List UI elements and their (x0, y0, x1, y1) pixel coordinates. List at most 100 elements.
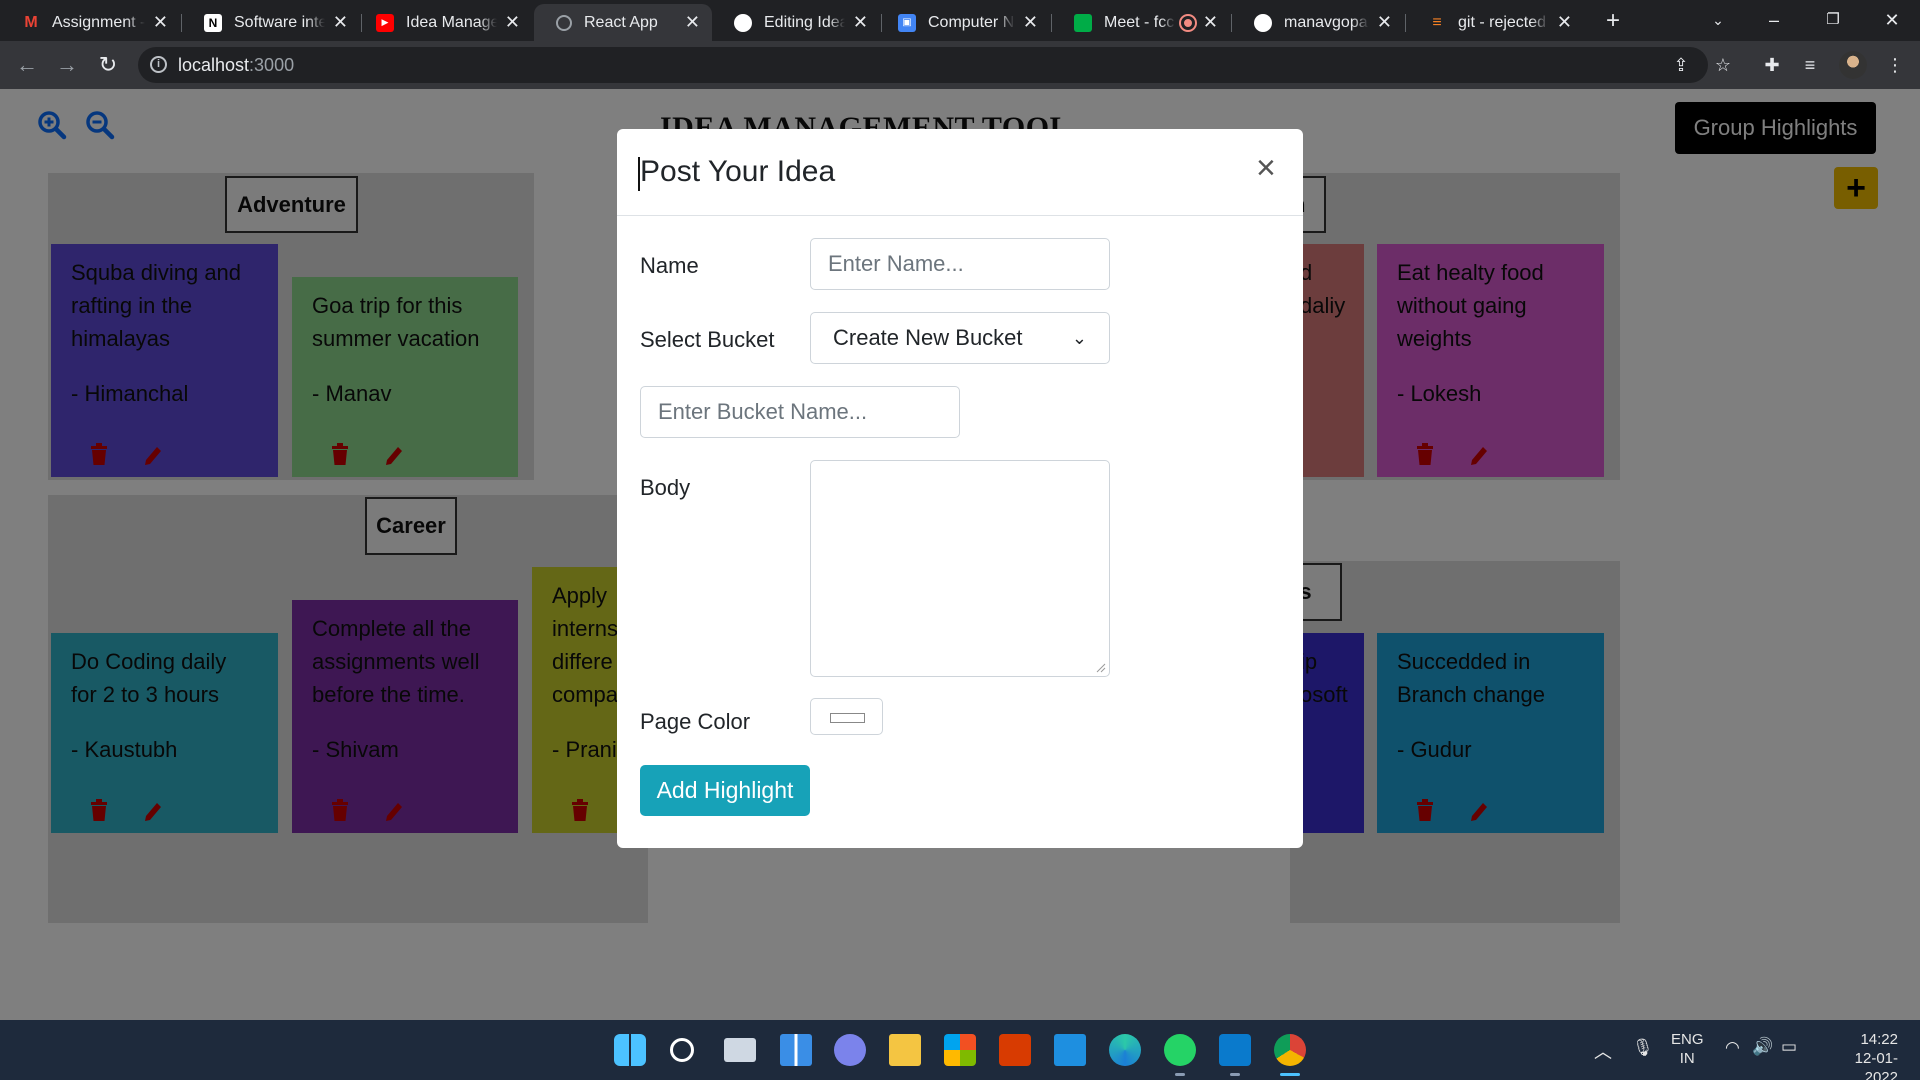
menu-kebab-icon[interactable]: ⋮ (1882, 52, 1908, 78)
widgets-icon[interactable] (780, 1034, 812, 1066)
language-text: ENG (1671, 1031, 1704, 1048)
teams-chat-icon[interactable] (834, 1034, 866, 1066)
microsoft-store-icon[interactable] (944, 1034, 976, 1066)
tab-meet[interactable]: Meet - fcc ✕ (1052, 4, 1230, 41)
back-arrow-icon[interactable]: ← (11, 49, 43, 81)
tab-close-icon[interactable]: ✕ (853, 12, 868, 33)
tab-title: Computer Net (928, 13, 1015, 31)
browser-tab-strip: M Assignment - I ✕ N Software inter ✕ ▶ … (0, 0, 1920, 41)
vscode-icon[interactable] (1219, 1034, 1251, 1066)
chrome-icon[interactable] (1274, 1034, 1306, 1066)
page-color-picker[interactable] (810, 698, 883, 735)
tab-close-icon[interactable]: ✕ (1557, 12, 1572, 33)
tab-close-icon[interactable]: ✕ (505, 12, 520, 33)
address-toolbar: ← → ↻ i localhost:3000 ⇪ ☆ ✚ ≡ ⋮ (0, 41, 1920, 89)
classroom-icon: ▣ (898, 13, 916, 32)
name-label: Name (640, 253, 699, 278)
tab-close-icon[interactable]: ✕ (333, 12, 348, 33)
tab-close-icon[interactable]: ✕ (1023, 12, 1038, 33)
tab-classroom[interactable]: ▣ Computer Net ✕ (876, 4, 1050, 41)
bucket-select[interactable]: Create New Bucket ⌄ (810, 312, 1110, 364)
tab-close-icon[interactable]: ✕ (153, 12, 168, 33)
tab-youtube[interactable]: ▶ Idea Managem ✕ (354, 4, 532, 41)
close-window-button[interactable]: ✕ (1870, 4, 1914, 36)
site-info-icon[interactable]: i (150, 56, 167, 73)
body-label: Body (640, 475, 691, 500)
tab-notion[interactable]: N Software inter ✕ (182, 4, 360, 41)
date-text: 12-01-2022 (1854, 1050, 1898, 1080)
task-view-icon[interactable] (724, 1038, 756, 1062)
github-icon (734, 13, 752, 32)
tab-github-edit[interactable]: Editing Idea_M ✕ (712, 4, 880, 41)
post-idea-modal: Post Your Idea × Name Enter Name... Sele… (617, 129, 1303, 848)
tab-close-icon[interactable]: ✕ (685, 12, 700, 33)
chevron-down-icon: ⌄ (1071, 327, 1087, 348)
notion-icon: N (204, 13, 222, 32)
meet-icon (1074, 13, 1092, 32)
battery-icon[interactable]: ▭ (1781, 1037, 1797, 1057)
tab-title: Assignment - I (52, 13, 145, 31)
tab-close-icon[interactable]: ✕ (1203, 12, 1218, 33)
body-textarea[interactable] (810, 460, 1110, 677)
close-icon[interactable]: × (1256, 151, 1276, 185)
recording-icon (1180, 15, 1195, 30)
page-color-label: Page Color (640, 709, 751, 734)
office-icon[interactable] (999, 1034, 1031, 1066)
stackoverflow-icon: ≡ (1432, 13, 1442, 31)
bucket-name-input[interactable]: Enter Bucket Name... (640, 386, 960, 438)
extensions-puzzle-icon[interactable]: ✚ (1759, 52, 1785, 78)
reading-list-icon[interactable]: ≡ (1797, 52, 1823, 78)
microphone-icon[interactable]: 🎙 (1632, 1038, 1654, 1058)
wifi-icon[interactable]: ◠ (1725, 1038, 1740, 1058)
mail-icon[interactable] (1054, 1034, 1086, 1066)
tab-title: manavgopal/I (1284, 13, 1369, 31)
name-input[interactable]: Enter Name... (810, 238, 1110, 290)
star-bookmark-icon[interactable]: ☆ (1710, 52, 1736, 78)
tab-title: Software inter (234, 13, 325, 31)
youtube-icon: ▶ (376, 13, 394, 32)
share-icon[interactable]: ⇪ (1668, 52, 1694, 78)
minimize-button[interactable]: – (1752, 4, 1796, 36)
tab-title: Meet - fcc (1104, 13, 1175, 31)
edge-browser-icon[interactable] (1109, 1034, 1141, 1066)
bucket-select-value: Create New Bucket (833, 325, 1023, 350)
add-highlight-button[interactable]: Add Highlight (640, 765, 810, 816)
tab-close-icon[interactable]: ✕ (1377, 12, 1392, 33)
gmail-icon: M (24, 13, 38, 31)
tab-stackoverflow[interactable]: ≡ git - rejected ✕ (1406, 4, 1584, 41)
time-text: 14:22 (1860, 1031, 1898, 1048)
tray-chevron-up-icon[interactable]: ︿ (1594, 1038, 1612, 1064)
tab-title: Idea Managem (406, 13, 497, 31)
tab-title: git - rejected (1458, 13, 1547, 31)
tab-gmail[interactable]: M Assignment - I ✕ (0, 4, 180, 41)
file-explorer-icon[interactable] (889, 1034, 921, 1066)
volume-icon[interactable]: 🔊 (1752, 1037, 1773, 1057)
clock[interactable]: 14:22 12-01-2022 (1822, 1030, 1898, 1080)
windows-taskbar: ︿ 🎙 ENG IN ◠ 🔊 ▭ 14:22 12-01-2022 (0, 1020, 1920, 1080)
resize-handle-icon[interactable] (1096, 663, 1106, 673)
start-windows-icon[interactable] (614, 1034, 646, 1066)
tab-github-repo[interactable]: manavgopal/I ✕ (1232, 4, 1404, 41)
whatsapp-icon[interactable] (1164, 1034, 1196, 1066)
new-tab-button[interactable]: + (1599, 7, 1627, 35)
running-indicator (1175, 1073, 1185, 1076)
modal-title: Post Your Idea (637, 155, 836, 191)
active-indicator (1280, 1073, 1300, 1076)
tab-search-icon[interactable]: ⌄ (1696, 4, 1740, 36)
restore-button[interactable]: ❐ (1811, 4, 1855, 36)
tab-react-app[interactable]: React App ✕ (534, 4, 712, 41)
region-text: IN (1679, 1050, 1695, 1067)
forward-arrow-icon[interactable]: → (51, 49, 83, 81)
url-text[interactable]: localhost:3000 (178, 55, 294, 76)
tab-title: React App (584, 13, 658, 31)
running-indicator (1230, 1073, 1240, 1076)
github-icon (1254, 13, 1272, 32)
search-icon[interactable] (670, 1038, 694, 1062)
modal-header: Post Your Idea × (617, 129, 1303, 216)
profile-avatar[interactable] (1839, 51, 1867, 79)
globe-icon (556, 14, 572, 31)
language-indicator[interactable]: ENG IN (1671, 1030, 1704, 1068)
select-bucket-label: Select Bucket (640, 327, 775, 352)
url-bar[interactable]: i localhost:3000 ⇪ (138, 47, 1708, 83)
reload-icon[interactable]: ↻ (92, 49, 124, 81)
